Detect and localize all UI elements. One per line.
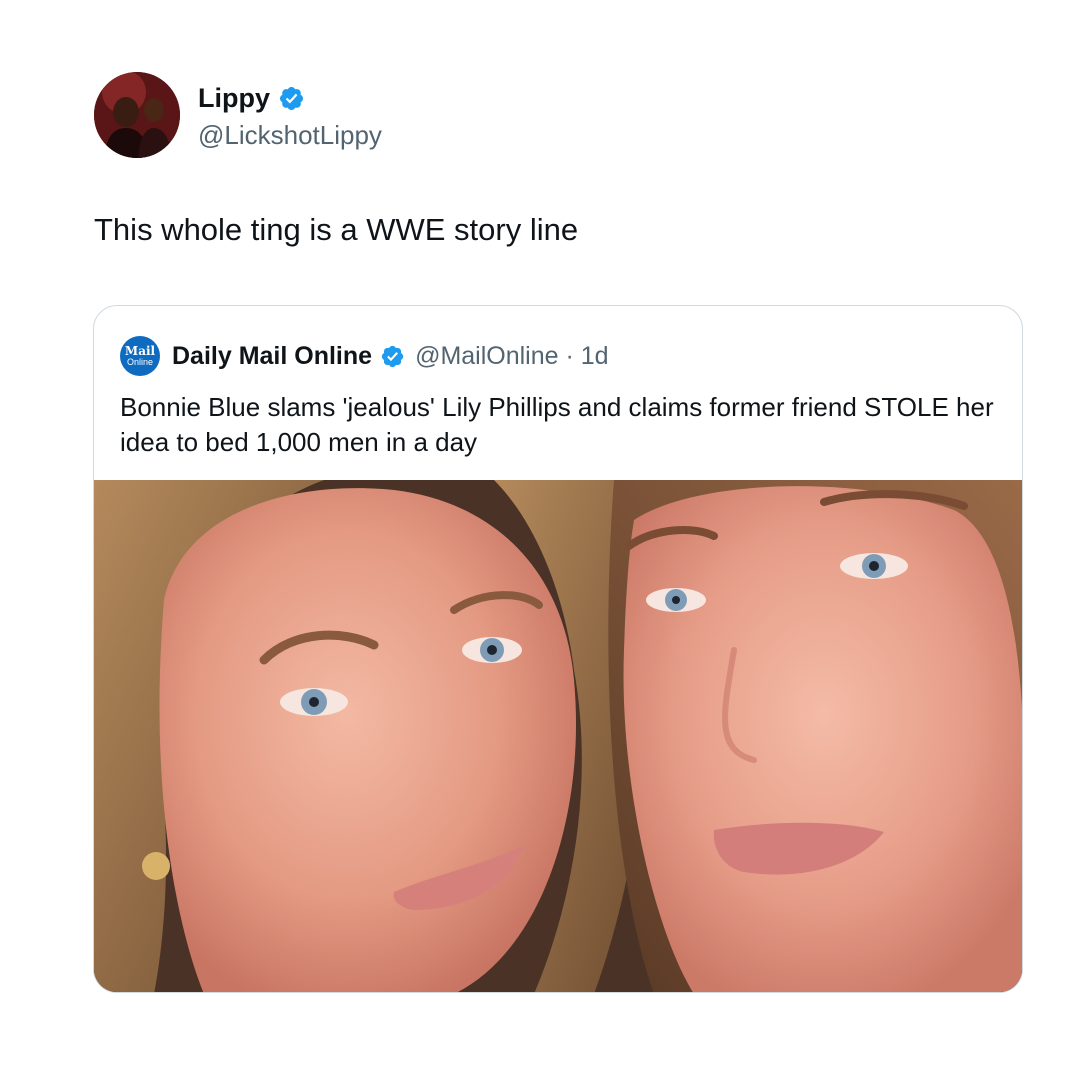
quoted-tweet-header: Mail Online Daily Mail Online @MailOnlin… bbox=[120, 336, 609, 376]
quoted-verified-badge-icon bbox=[380, 344, 405, 369]
author-avatar[interactable] bbox=[94, 72, 180, 158]
mail-online-logo-icon[interactable]: Mail Online bbox=[120, 336, 160, 376]
verified-badge-icon bbox=[278, 85, 305, 112]
quoted-tweet-card[interactable]: Mail Online Daily Mail Online @MailOnlin… bbox=[93, 305, 1023, 993]
logo-line1: Mail bbox=[124, 344, 156, 358]
author-name[interactable]: Lippy bbox=[198, 80, 270, 116]
quoted-tweet-text: Bonnie Blue slams 'jealous' Lily Phillip… bbox=[120, 392, 994, 457]
author-name-row: Lippy bbox=[198, 80, 382, 116]
photo-two-women-selfie-icon bbox=[94, 480, 1022, 992]
tweet-text: This whole ting is a WWE story line bbox=[94, 212, 579, 247]
avatar-image bbox=[94, 72, 180, 158]
logo-line2: Online bbox=[126, 357, 153, 367]
quoted-tweet-time[interactable]: 1d bbox=[581, 342, 609, 371]
author-handle[interactable]: @LickshotLippy bbox=[198, 118, 382, 152]
quoted-tweet-photo[interactable] bbox=[94, 480, 1022, 992]
meta-separator: · bbox=[558, 341, 581, 370]
quoted-author-name[interactable]: Daily Mail Online bbox=[172, 342, 372, 371]
author-block: Lippy @LickshotLippy bbox=[198, 80, 382, 152]
quoted-author-handle[interactable]: @MailOnline bbox=[415, 342, 558, 371]
